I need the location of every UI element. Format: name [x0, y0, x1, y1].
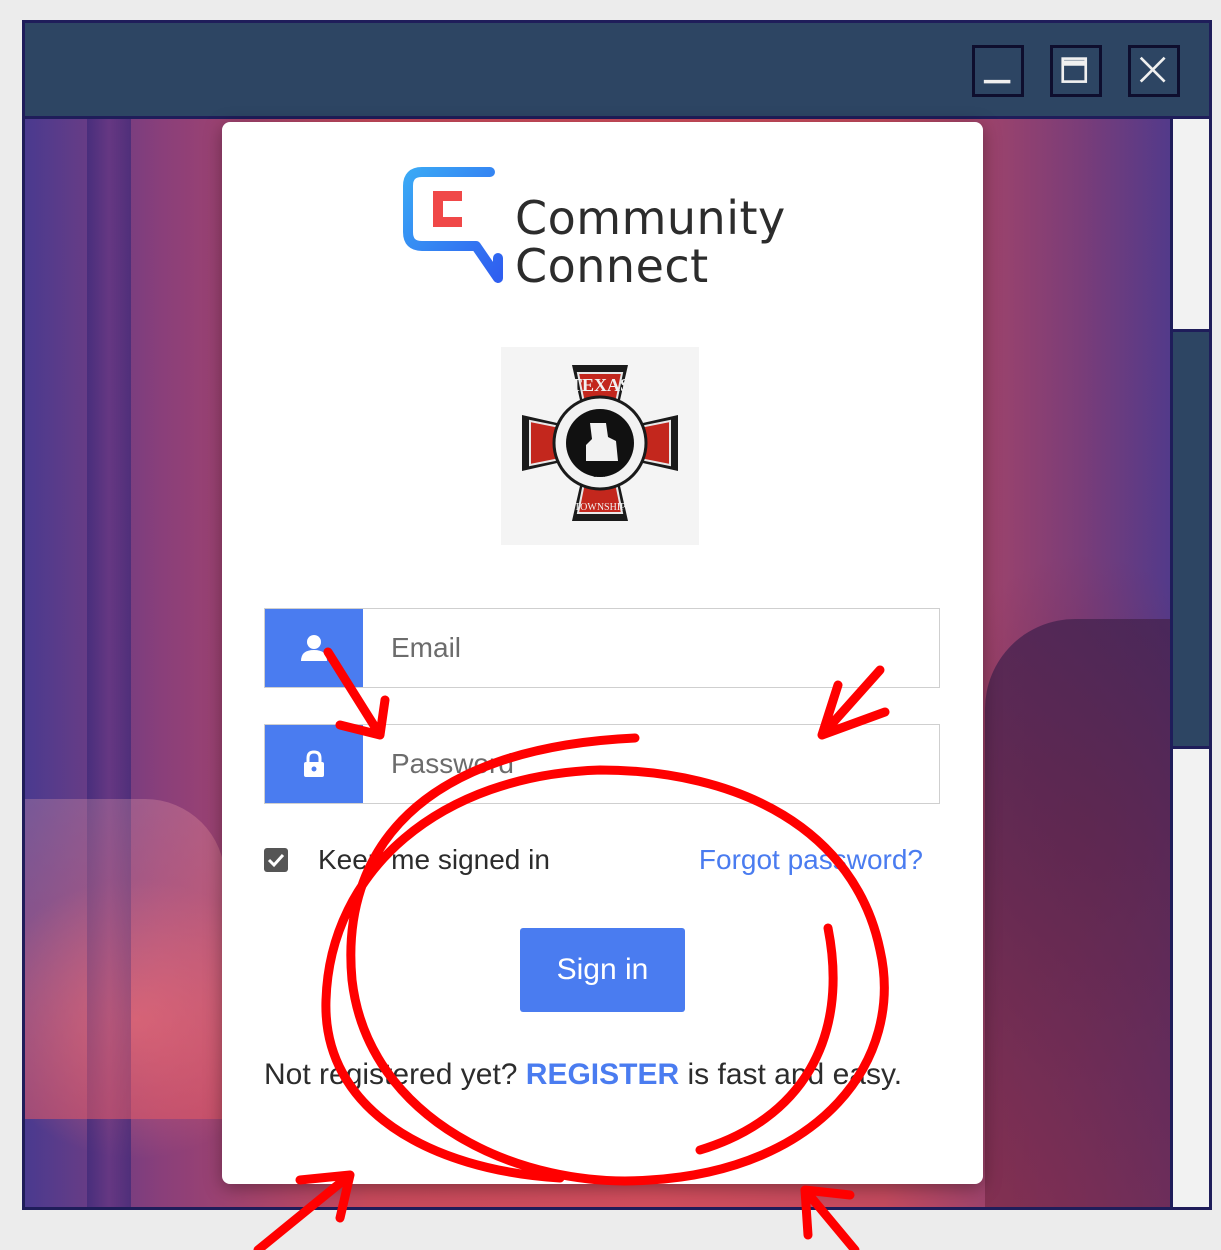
password-addon — [265, 725, 363, 803]
brand-name: Community Connect — [515, 194, 786, 290]
maltese-cross-badge-icon: TEXAS TOWNSHIP 1837 — [522, 365, 678, 521]
chat-bubble-c-logo-icon — [403, 167, 503, 283]
sign-in-button[interactable]: Sign in — [520, 928, 685, 1012]
login-card: Community Connect TEXAS TOWNSHIP 1837 Em… — [222, 122, 983, 1184]
forgot-password-link[interactable]: Forgot password? — [699, 844, 923, 876]
user-icon — [301, 635, 327, 661]
lock-icon — [304, 750, 324, 777]
close-icon — [1139, 56, 1166, 83]
vertical-scrollbar[interactable] — [1170, 119, 1209, 1207]
title-bar — [25, 23, 1209, 119]
register-link[interactable]: REGISTER — [526, 1058, 679, 1091]
background-car — [25, 799, 225, 1119]
minimize-icon — [983, 79, 1011, 84]
keep-signed-in-checkbox[interactable] — [264, 848, 288, 872]
maximize-button[interactable] — [1050, 45, 1102, 97]
badge-top-text: TEXAS — [570, 375, 630, 395]
register-prefix: Not registered yet? — [264, 1058, 526, 1091]
keep-signed-in-label[interactable]: Keep me signed in — [318, 844, 550, 876]
email-addon — [265, 609, 363, 687]
brand-name-line2: Connect — [515, 239, 709, 293]
brand-name-line1: Community — [515, 191, 786, 245]
register-line: Not registered yet? REGISTER is fast and… — [264, 1058, 902, 1092]
background-firefighter — [985, 619, 1170, 1207]
password-field-group — [264, 724, 940, 804]
email-field-group — [264, 608, 940, 688]
check-icon — [267, 853, 285, 868]
badge-bottom-text: TOWNSHIP — [574, 502, 626, 513]
badge-year: 1837 — [593, 471, 608, 479]
email-input[interactable] — [363, 609, 939, 687]
maximize-icon — [1061, 57, 1088, 83]
scrollbar-thumb[interactable] — [1173, 329, 1209, 749]
register-suffix: is fast and easy. — [679, 1058, 903, 1091]
minimize-button[interactable] — [972, 45, 1024, 97]
password-input[interactable] — [363, 725, 939, 803]
fire-department-badge: TEXAS TOWNSHIP 1837 — [501, 347, 699, 545]
close-button[interactable] — [1128, 45, 1180, 97]
